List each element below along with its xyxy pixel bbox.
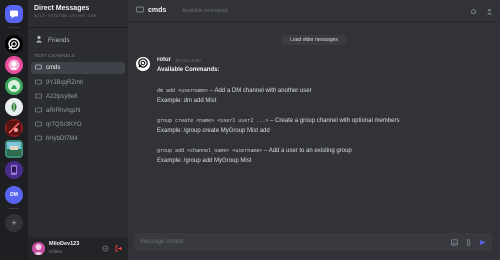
server-rotur[interactable] [5,35,23,53]
image-upload-icon[interactable] [450,238,458,246]
message-author[interactable]: rotur [157,57,171,63]
friends-icon [35,35,43,45]
rail-divider [9,208,19,209]
server-purple[interactable] [5,161,23,179]
server-landscape[interactable] [5,140,23,158]
chat-bubble-icon [9,9,19,19]
sidebar-subtitle: mist-roturdm.server.com [34,14,97,19]
avatar[interactable] [32,242,45,255]
friends-label: Friends [48,36,70,44]
settings-icon[interactable] [101,244,109,252]
command-code: group create <name> <user1 user2 ...> [157,118,269,124]
server-avatar-icon [7,163,21,177]
friends-button[interactable]: Friends [32,33,124,47]
sidebar-title: Direct Messages [34,5,90,12]
channel-sidebar: Direct Messages mist-roturdm.server.com … [28,0,128,260]
command-line: group add <channel_name> <username> – Ad… [157,148,352,154]
server-red[interactable] [5,119,23,137]
dm-server-button[interactable]: DM [5,186,23,204]
load-older-button[interactable]: Load older messages [282,35,346,45]
message-input[interactable] [140,239,440,245]
message-heading: Available Commands: [157,67,220,73]
section-label: TEXT CHANNELS [34,53,76,58]
username: MiloDev123 [49,241,80,247]
rotur-logo-icon [7,37,21,51]
send-icon[interactable] [478,238,486,246]
server-leaf[interactable] [5,98,23,116]
command-line: group create <name> <user1 user2 ...> – … [157,118,399,124]
server-avatar-icon [7,79,21,93]
server-avatar-icon [7,121,21,135]
channel-header: cmds Available commands [128,0,500,22]
channel-label: aRrRhvhgzN [46,108,81,114]
server-pink[interactable] [5,56,23,74]
channel-item[interactable]: aRrRhvhgzN [31,105,125,117]
channel-label: cmds [46,65,61,71]
channel-title: cmds [148,7,167,14]
command-example: Example: /group add MyGroup Mist [157,158,252,164]
channel-chat-icon [35,121,42,130]
channel-chat-icon [35,64,42,73]
rail-divider [9,27,19,28]
channel-label: hHybDf7M4 [46,136,78,142]
command-description: – Add a user to an existing group [262,148,352,154]
channel-chat-icon [35,107,42,116]
bell-icon[interactable] [469,7,477,15]
channel-item-cmds[interactable]: cmds [31,62,125,74]
command-code: dm add <username> [157,88,209,94]
server-green[interactable] [5,77,23,95]
command-code: group add <channel_name> <username> [157,148,263,154]
members-icon[interactable] [485,7,493,15]
rotur-logo-icon [137,57,149,71]
channel-chat-icon [136,6,144,16]
avatar[interactable] [136,57,150,71]
sidebar-header: Direct Messages mist-roturdm.server.com [28,0,128,28]
attachment-icon[interactable] [464,238,472,246]
leaf-icon [7,100,21,114]
server-avatar-icon [7,58,21,72]
channel-chat-icon [35,135,42,144]
channel-label: qrTQSr3KYO [46,122,82,128]
user-status: Online [49,249,63,254]
add-server-button[interactable]: + [5,214,23,232]
channel-item[interactable]: hHybDf7M4 [31,133,125,145]
channel-item[interactable]: qrTQSr3KYO [31,119,125,131]
command-example: Example: dm add Mist [157,98,217,104]
channel-chat-icon [35,79,42,88]
command-line: dm add <username> – Add a DM channel wit… [157,88,312,94]
command-description: – Create a group channel with optional m… [268,118,400,124]
channel-description: Available commands [182,7,229,14]
channel-item[interactable]: A22lpsy8e8 [31,91,125,103]
message-composer [134,233,492,251]
dm-server-label: DM [10,192,18,198]
channel-label: A22lpsy8e8 [46,94,78,100]
user-panel: MiloDev123 Online [28,237,128,260]
server-rail: DM + [0,0,28,260]
channel-label: 9YJBqqRZmh [46,80,84,86]
plus-icon: + [11,218,17,228]
command-example: Example: /group create MyGroup Mist add [157,128,270,134]
message-timestamp: 19 Oct 15:00 [175,58,201,63]
channel-item[interactable]: 9YJBqqRZmh [31,77,125,89]
logout-icon[interactable] [114,244,122,252]
server-avatar-icon [7,142,21,156]
channel-chat-icon [35,93,42,102]
home-dm-button[interactable] [5,5,23,23]
command-description: – Add a DM channel with another user [208,88,312,94]
